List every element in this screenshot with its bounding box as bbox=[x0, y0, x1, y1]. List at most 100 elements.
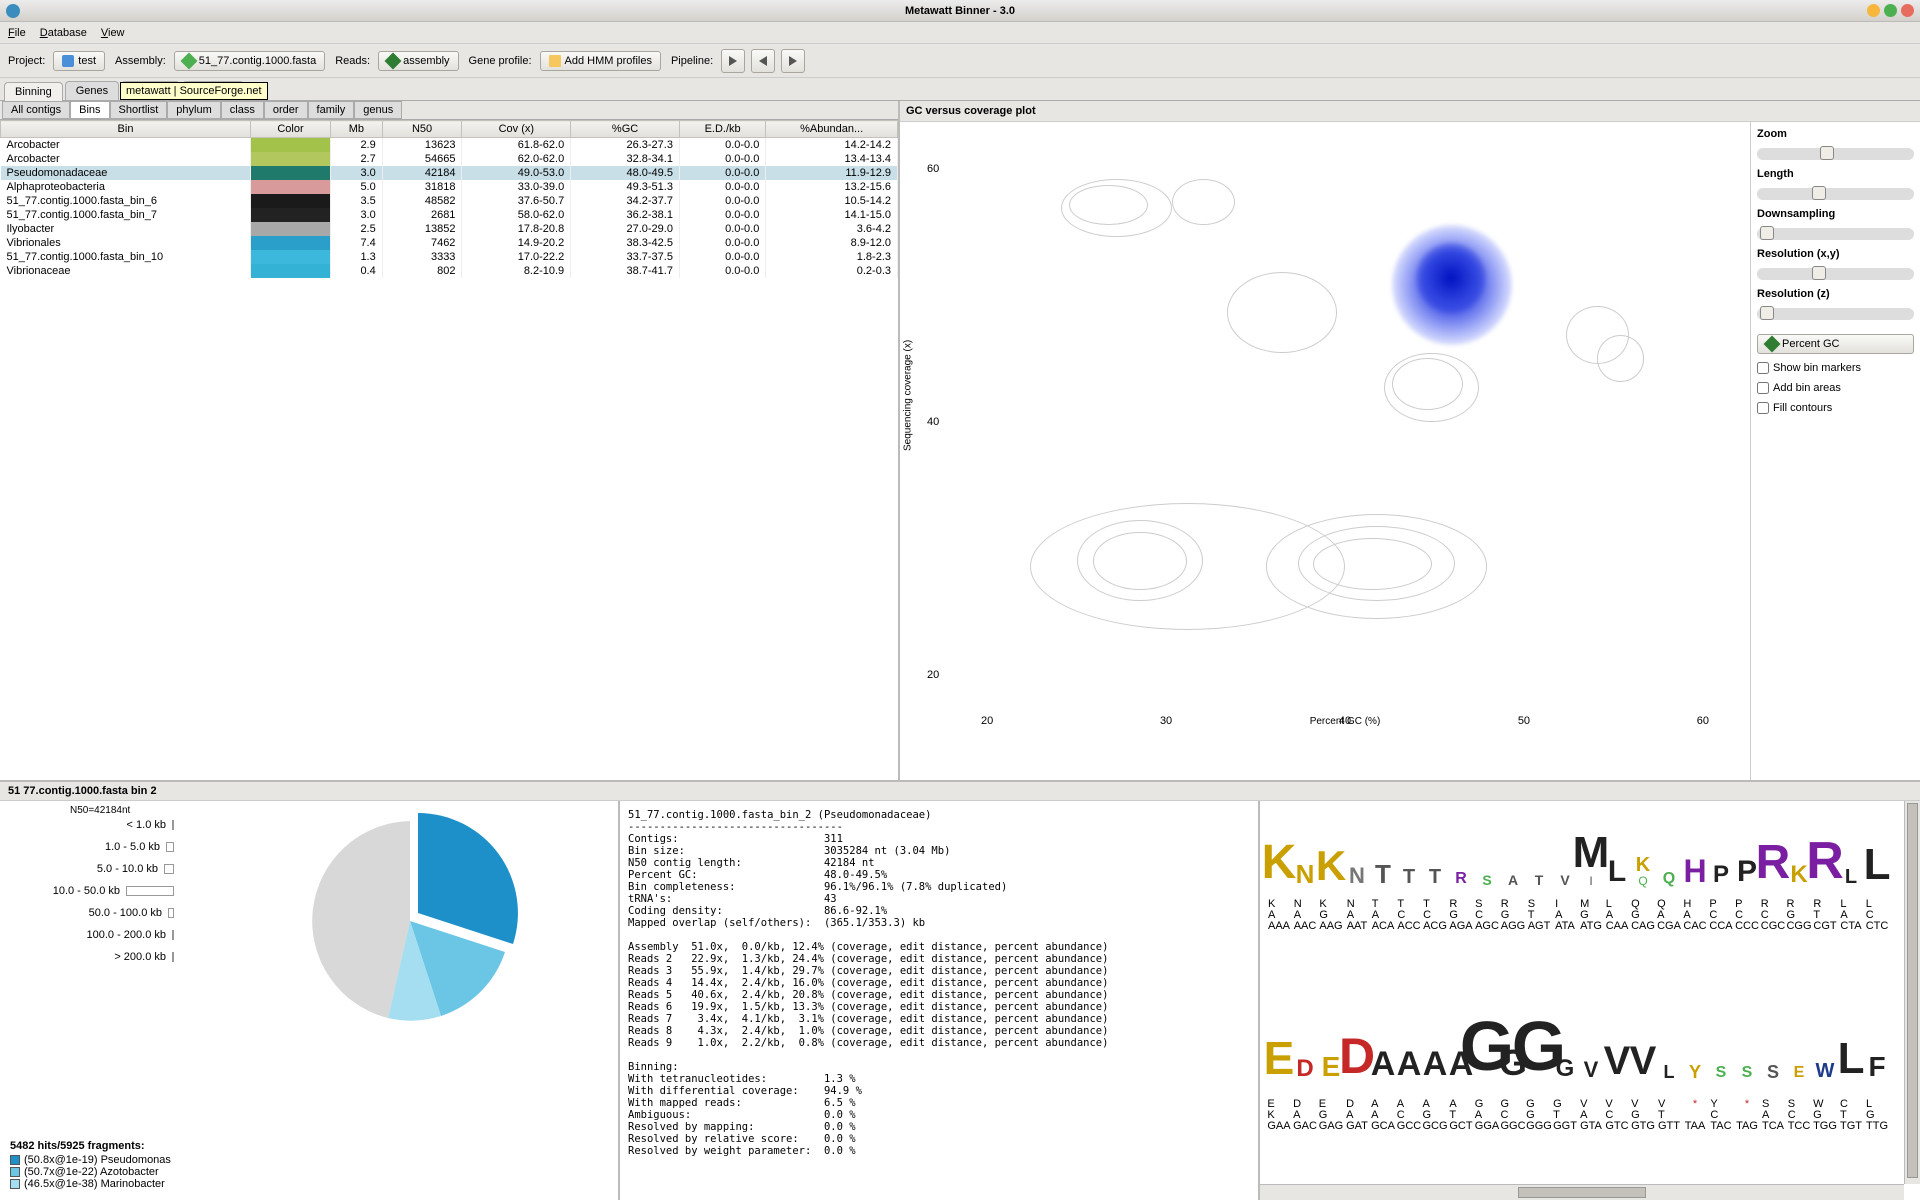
dna-icon bbox=[1764, 336, 1781, 353]
add-bin-areas-checkbox[interactable]: Add bin areas bbox=[1757, 382, 1914, 394]
hits-title: 5482 hits/5925 fragments: bbox=[10, 1140, 171, 1152]
subtab-family[interactable]: family bbox=[308, 101, 355, 119]
assembly-button[interactable]: 51_77.contig.1000.fasta bbox=[174, 51, 325, 71]
resxy-slider[interactable] bbox=[1757, 268, 1914, 280]
detail-title: 51 77.contig.1000.fasta bin 2 bbox=[0, 782, 1920, 801]
pipeline-play-button[interactable] bbox=[721, 49, 745, 73]
plot-area[interactable]: Sequencing coverage (x) bbox=[900, 122, 1750, 780]
downsampling-slider[interactable] bbox=[1757, 228, 1914, 240]
zoom-label: Zoom bbox=[1757, 128, 1914, 140]
th-gc[interactable]: %GC bbox=[571, 121, 680, 138]
dna-icon bbox=[180, 52, 197, 69]
menu-file[interactable]: File bbox=[8, 27, 26, 39]
project-label: Project: bbox=[8, 55, 45, 67]
fill-contours-checkbox[interactable]: Fill contours bbox=[1757, 402, 1914, 414]
y-tick: 60 bbox=[927, 163, 939, 175]
table-row[interactable]: 51_77.contig.1000.fasta_bin_101.3333317.… bbox=[1, 250, 898, 264]
table-row[interactable]: Alphaproteobacteria5.03181833.0-39.049.3… bbox=[1, 180, 898, 194]
zoom-slider[interactable] bbox=[1757, 148, 1914, 160]
play-icon bbox=[729, 56, 737, 66]
th-abund[interactable]: %Abundan... bbox=[766, 121, 898, 138]
window-maximize[interactable] bbox=[1884, 4, 1897, 17]
project-button[interactable]: test bbox=[53, 51, 105, 71]
app-icon bbox=[6, 4, 20, 18]
tab-binning[interactable]: Binning bbox=[4, 82, 63, 101]
y-axis-label: Sequencing coverage (x) bbox=[903, 340, 914, 451]
table-row[interactable]: 51_77.contig.1000.fasta_bin_73.0268158.0… bbox=[1, 208, 898, 222]
size-bin-row: 50.0 - 100.0 kb bbox=[20, 907, 174, 919]
downsampling-label: Downsampling bbox=[1757, 208, 1914, 220]
window-close[interactable] bbox=[1901, 4, 1914, 17]
size-bin-row: < 1.0 kb bbox=[20, 819, 174, 831]
x-tick: 60 bbox=[1697, 715, 1709, 727]
db-icon bbox=[62, 55, 74, 67]
detail-text[interactable]: 51_77.contig.1000.fasta_bin_2 (Pseudomon… bbox=[620, 801, 1260, 1200]
tooltip: metawatt | SourceForge.net bbox=[120, 82, 268, 100]
subtab-class[interactable]: class bbox=[221, 101, 264, 119]
folder-icon bbox=[549, 55, 561, 67]
table-row[interactable]: Arcobacter2.91362361.8-62.026.3-27.30.0-… bbox=[1, 138, 898, 153]
add-hmm-button[interactable]: Add HMM profiles bbox=[540, 51, 661, 71]
menu-view[interactable]: View bbox=[101, 27, 125, 39]
subtab-bins[interactable]: Bins bbox=[70, 101, 109, 119]
reads-button[interactable]: assembly bbox=[378, 51, 458, 71]
pie-chart bbox=[300, 811, 520, 1031]
y-tick: 20 bbox=[927, 669, 939, 681]
subtab-phylum[interactable]: phylum bbox=[167, 101, 220, 119]
x-tick: 40 bbox=[1339, 715, 1351, 727]
tab-genes[interactable]: Genes bbox=[65, 81, 119, 100]
th-mb[interactable]: Mb bbox=[331, 121, 383, 138]
reads-label: Reads: bbox=[335, 55, 370, 67]
size-bin-row: 5.0 - 10.0 kb bbox=[20, 863, 174, 875]
logo-scroll-v[interactable] bbox=[1904, 801, 1920, 1184]
hit-row: (50.7x@1e-22) Azotobacter bbox=[10, 1166, 171, 1178]
th-bin[interactable]: Bin bbox=[1, 121, 251, 138]
subtab-order[interactable]: order bbox=[264, 101, 308, 119]
table-row[interactable]: Arcobacter2.75466562.0-62.032.8-34.10.0-… bbox=[1, 152, 898, 166]
x-tick: 30 bbox=[1160, 715, 1172, 727]
percent-gc-button[interactable]: Percent GC bbox=[1757, 334, 1914, 354]
show-bin-markers-checkbox[interactable]: Show bin markers bbox=[1757, 362, 1914, 374]
x-tick: 50 bbox=[1518, 715, 1530, 727]
length-slider[interactable] bbox=[1757, 188, 1914, 200]
table-row[interactable]: Vibrionaceae0.48028.2-10.938.7-41.70.0-0… bbox=[1, 264, 898, 278]
table-row[interactable]: Vibrionales7.4746214.9-20.238.3-42.50.0-… bbox=[1, 236, 898, 250]
th-cov[interactable]: Cov (x) bbox=[462, 121, 571, 138]
hit-row: (50.8x@1e-19) Pseudomonas bbox=[10, 1154, 171, 1166]
size-bin-row: > 200.0 kb bbox=[20, 951, 174, 963]
size-bin-row: 1.0 - 5.0 kb bbox=[20, 841, 174, 853]
dna2-icon bbox=[385, 52, 402, 69]
resxy-label: Resolution (x,y) bbox=[1757, 248, 1914, 260]
pipeline-label: Pipeline: bbox=[671, 55, 713, 67]
logo-scroll-h[interactable] bbox=[1260, 1184, 1904, 1200]
resz-slider[interactable] bbox=[1757, 308, 1914, 320]
next-icon bbox=[789, 56, 797, 66]
subtab-genus[interactable]: genus bbox=[354, 101, 402, 119]
window-title: Metawatt Binner - 3.0 bbox=[905, 5, 1015, 17]
hmm-logo-pane[interactable]: K N K N T T T R S A T V MI L KQ Q H bbox=[1260, 801, 1920, 1200]
gene-profile-label: Gene profile: bbox=[469, 55, 532, 67]
size-bin-row: 100.0 - 200.0 kb bbox=[20, 929, 174, 941]
table-row[interactable]: Ilyobacter2.51385217.8-20.827.0-29.00.0-… bbox=[1, 222, 898, 236]
plot-canvas[interactable]: 60 40 20 20 30 40 50 60 bbox=[950, 132, 1740, 712]
th-ed[interactable]: E.D./kb bbox=[679, 121, 765, 138]
y-tick: 40 bbox=[927, 416, 939, 428]
length-label: Length bbox=[1757, 168, 1914, 180]
subtab-all-contigs[interactable]: All contigs bbox=[2, 101, 70, 119]
menu-database[interactable]: Database bbox=[40, 27, 87, 39]
table-row[interactable]: 51_77.contig.1000.fasta_bin_63.54858237.… bbox=[1, 194, 898, 208]
n50-label: N50=42184nt bbox=[70, 805, 130, 816]
x-tick: 20 bbox=[981, 715, 993, 727]
th-color[interactable]: Color bbox=[251, 121, 331, 138]
bins-table[interactable]: Bin Color Mb N50 Cov (x) %GC E.D./kb %Ab… bbox=[0, 120, 898, 278]
back-icon bbox=[759, 56, 767, 66]
subtab-shortlist[interactable]: Shortlist bbox=[110, 101, 168, 119]
pipeline-next-button[interactable] bbox=[781, 49, 805, 73]
table-row[interactable]: Pseudomonadaceae3.04218449.0-53.048.0-49… bbox=[1, 166, 898, 180]
window-minimize[interactable] bbox=[1867, 4, 1880, 17]
size-bin-row: 10.0 - 50.0 kb bbox=[20, 885, 174, 897]
pipeline-back-button[interactable] bbox=[751, 49, 775, 73]
pie-pane: N50=42184nt < 1.0 kb 1.0 - 5.0 kb 5.0 - 10… bbox=[0, 801, 620, 1200]
th-n50[interactable]: N50 bbox=[382, 121, 462, 138]
resz-label: Resolution (z) bbox=[1757, 288, 1914, 300]
